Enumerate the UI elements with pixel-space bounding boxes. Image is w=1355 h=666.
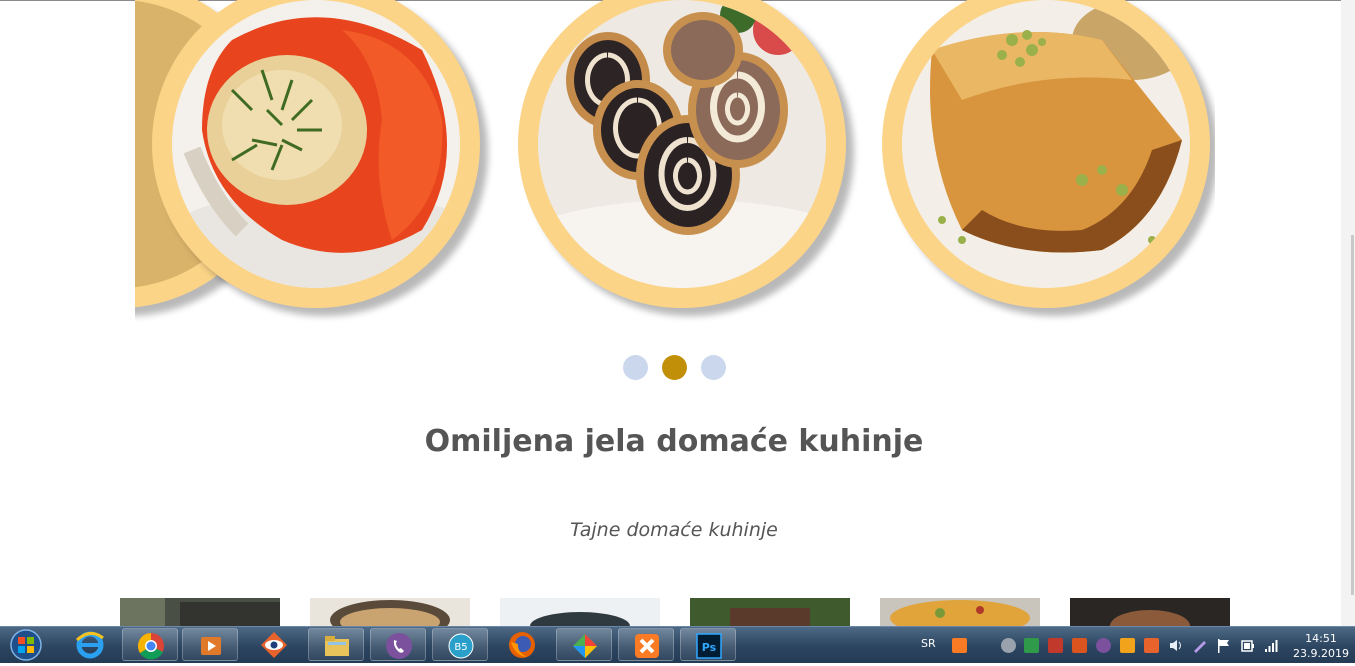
recipe-thumbnail[interactable] <box>310 598 470 626</box>
clock-time: 14:51 <box>1305 632 1337 645</box>
red-app-tray-icon[interactable] <box>1048 638 1063 653</box>
recipe-thumbnail[interactable] <box>120 598 280 626</box>
recipe-thumbnail[interactable] <box>880 598 1040 626</box>
firefox-icon <box>509 632 535 658</box>
stuffed-pepper-image <box>172 0 460 288</box>
settings-tray-icon[interactable] <box>1001 638 1016 653</box>
orange-app-tray-icon[interactable] <box>1120 638 1135 653</box>
media-player-icon <box>201 637 221 655</box>
photoshop-taskbar-button[interactable]: Ps <box>680 628 736 661</box>
eye-app-icon <box>261 632 287 658</box>
carousel-slide-baklava[interactable] <box>882 0 1210 308</box>
monitor-tray-icon[interactable] <box>1024 638 1039 653</box>
carousel-dot-2[interactable] <box>662 355 687 380</box>
scrollbar-thumb[interactable] <box>1351 235 1354 595</box>
section-subtitle: Tajne domaće kuhinje <box>570 519 778 541</box>
viber-taskbar-button[interactable] <box>370 628 426 661</box>
viber-icon <box>386 633 412 659</box>
b5-app-taskbar-button[interactable]: B5 <box>432 628 488 661</box>
network-signal-icon[interactable] <box>1264 638 1279 653</box>
chrome-icon <box>137 632 164 660</box>
eye-app-tray-icon[interactable] <box>1144 638 1159 653</box>
section-title: Omiljena jela domaće kuhinje <box>424 424 924 459</box>
internet-explorer-taskbar-button[interactable] <box>62 628 118 661</box>
internet-explorer-icon <box>75 631 104 659</box>
colorful-app-taskbar-button[interactable] <box>556 628 612 661</box>
start-button[interactable] <box>6 628 46 662</box>
svg-text:Ps: Ps <box>702 641 717 654</box>
carousel-slide-poppy-seed-roll[interactable] <box>518 0 846 308</box>
recipe-thumbnail[interactable] <box>690 598 850 626</box>
filezilla-tray-icon[interactable] <box>1072 638 1087 653</box>
poppy-seed-roll-image <box>538 0 826 288</box>
recipe-thumbnail[interactable] <box>500 598 660 626</box>
baklava-image <box>902 0 1190 288</box>
carousel-slide-stuffed-pepper[interactable] <box>152 0 480 308</box>
viber-tray-icon[interactable] <box>1096 638 1111 653</box>
food-carousel[interactable] <box>135 0 1215 330</box>
colorful-app-icon <box>573 634 597 658</box>
recipe-thumbnail[interactable] <box>1070 598 1230 626</box>
eye-app-taskbar-button[interactable] <box>246 628 302 661</box>
volume-icon[interactable] <box>1168 638 1183 653</box>
b5-app-icon: B5 <box>448 633 474 659</box>
system-clock[interactable]: 14:51 23.9.2019 <box>1292 631 1350 661</box>
svg-text:B5: B5 <box>454 642 467 653</box>
battery-icon[interactable] <box>1240 638 1255 653</box>
carousel-dot-3[interactable] <box>701 355 726 380</box>
pen-tray-icon[interactable] <box>1192 638 1207 653</box>
xampp-tray-icon[interactable] <box>952 638 967 653</box>
taskbar: B5 Ps SR 14:51 23.9.2019 <box>0 626 1355 663</box>
language-indicator[interactable]: SR <box>921 637 936 650</box>
firefox-taskbar-button[interactable] <box>494 628 550 661</box>
xampp-icon <box>635 634 659 658</box>
photoshop-icon: Ps <box>696 633 722 659</box>
flag-icon[interactable] <box>1216 638 1231 653</box>
chrome-taskbar-button[interactable] <box>122 628 178 661</box>
carousel-dot-1[interactable] <box>623 355 648 380</box>
clock-date: 23.9.2019 <box>1293 647 1349 660</box>
web-page: Omiljena jela domaće kuhinje Tajne domać… <box>0 0 1355 626</box>
xampp-taskbar-button[interactable] <box>618 628 674 661</box>
folder-icon <box>325 636 349 656</box>
media-player-taskbar-button[interactable] <box>182 628 238 661</box>
file-explorer-taskbar-button[interactable] <box>308 628 364 661</box>
